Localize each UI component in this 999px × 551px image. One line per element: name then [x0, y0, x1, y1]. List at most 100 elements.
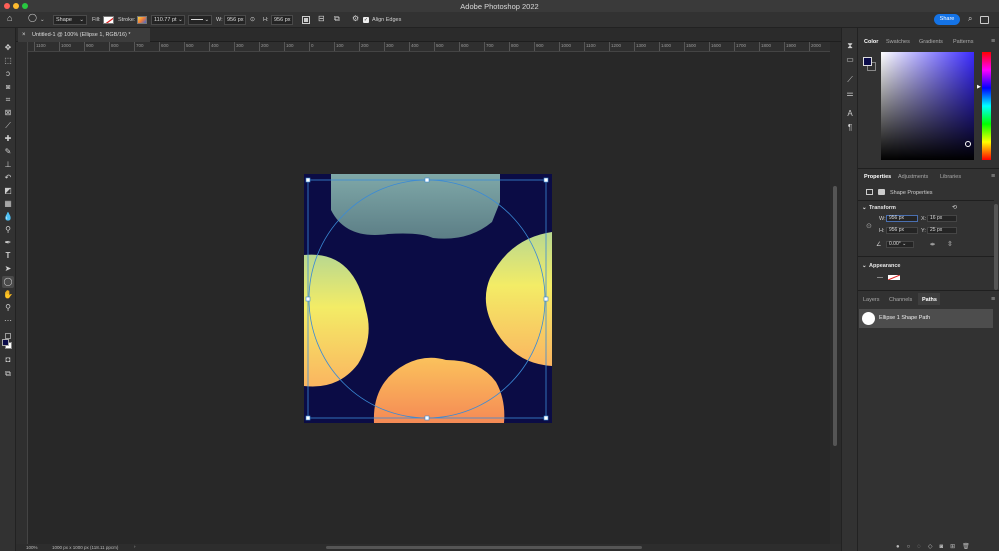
prop-angle-field[interactable]: 0.00° ⌄: [886, 241, 914, 248]
appearance-fill-swatch[interactable]: [888, 275, 900, 280]
tab-swatches[interactable]: Swatches: [886, 39, 910, 45]
hue-slider[interactable]: [982, 52, 991, 160]
prop-width-field[interactable]: 956 px: [886, 215, 918, 222]
tab-gradients[interactable]: Gradients: [919, 39, 943, 45]
canvas-area[interactable]: [28, 52, 830, 544]
prop-height-field[interactable]: 956 px: [886, 227, 918, 234]
transform-handle[interactable]: [543, 415, 549, 421]
tab-layers[interactable]: Layers: [863, 297, 880, 303]
path-operations-icon[interactable]: [302, 16, 310, 24]
move-tool-icon[interactable]: ✥: [2, 42, 14, 54]
marquee-tool-icon[interactable]: ⬚: [2, 55, 14, 67]
crop-tool-icon[interactable]: ⌗: [2, 94, 14, 106]
tab-adjustments[interactable]: Adjustments: [898, 174, 928, 180]
transform-handle[interactable]: [424, 415, 430, 421]
frame-tool-icon[interactable]: ⊠: [2, 107, 14, 119]
gradient-tool-icon[interactable]: ▦: [2, 198, 14, 210]
transform-handle[interactable]: [305, 415, 311, 421]
chevron-down-icon[interactable]: ⌄: [862, 263, 867, 269]
color-foreground-swatch[interactable]: [863, 57, 872, 66]
panel-menu-icon[interactable]: ≡: [991, 173, 995, 180]
quick-mask-icon[interactable]: ◘: [2, 354, 14, 366]
transform-handle[interactable]: [305, 177, 311, 183]
fill-mini-icon[interactable]: [877, 277, 883, 278]
transform-section-header[interactable]: Transform: [869, 205, 896, 211]
load-selection-icon[interactable]: ◌: [917, 544, 928, 550]
fill-swatch[interactable]: [103, 16, 114, 24]
path-arrangement-icon[interactable]: ⧉: [334, 14, 340, 24]
shape-mode-select[interactable]: Shape ⌄: [53, 15, 87, 25]
stroke-gradient-swatch[interactable]: [137, 16, 147, 24]
path-name[interactable]: Ellipse 1 Shape Path: [879, 315, 930, 321]
stroke-width-field[interactable]: 110.77 pt ⌄: [151, 15, 185, 25]
zoom-tool-icon[interactable]: ⚲: [2, 302, 14, 314]
flip-horizontal-icon[interactable]: ⇹: [930, 241, 935, 248]
paragraph-panel-icon[interactable]: ¶: [844, 122, 856, 134]
link-dimensions-icon[interactable]: ⊙: [866, 222, 872, 230]
add-mask-icon[interactable]: ◙: [939, 544, 950, 550]
more-tools-icon[interactable]: ⋯: [2, 315, 14, 327]
brush-settings-icon[interactable]: ⟋: [844, 74, 856, 86]
transform-handle[interactable]: [543, 177, 549, 183]
character-panel-icon[interactable]: A: [844, 108, 856, 120]
chevron-right-icon[interactable]: ›: [134, 544, 136, 549]
appearance-section-header[interactable]: Appearance: [869, 263, 901, 269]
clone-stamp-tool-icon[interactable]: ⊥: [2, 159, 14, 171]
pen-tool-icon[interactable]: ✒: [2, 237, 14, 249]
new-path-icon[interactable]: ⊞: [950, 544, 962, 550]
history-brush-tool-icon[interactable]: ↶: [2, 172, 14, 184]
eyedropper-tool-icon[interactable]: ⟋: [2, 120, 14, 132]
object-selection-tool-icon[interactable]: ⧆: [2, 81, 14, 93]
transform-handle[interactable]: [424, 177, 430, 183]
chevron-down-icon[interactable]: ⌄: [40, 15, 45, 25]
lasso-tool-icon[interactable]: ↄ: [2, 68, 14, 80]
transform-handle[interactable]: [305, 296, 311, 302]
close-tab-icon[interactable]: ×: [22, 28, 26, 42]
healing-brush-tool-icon[interactable]: ✚: [2, 133, 14, 145]
path-alignment-icon[interactable]: ⊟: [318, 14, 325, 24]
stroke-type-select[interactable]: ⌄: [188, 15, 212, 25]
zoom-level[interactable]: 100%: [26, 545, 38, 550]
eraser-tool-icon[interactable]: ◩: [2, 185, 14, 197]
vertical-scrollbar[interactable]: [830, 42, 841, 544]
tab-libraries[interactable]: Libraries: [940, 174, 961, 180]
fill-path-icon[interactable]: ●: [896, 544, 907, 550]
transform-handle[interactable]: [543, 296, 549, 302]
panel-menu-icon[interactable]: ≡: [991, 296, 995, 303]
brush-tool-icon[interactable]: ✎: [2, 146, 14, 158]
delete-path-icon[interactable]: 🗑: [962, 544, 977, 550]
ellipse-tool-preset-icon[interactable]: ◯: [28, 13, 37, 23]
adjustments-icon[interactable]: ⚌: [844, 88, 856, 100]
tab-properties[interactable]: Properties: [864, 174, 891, 180]
path-selection-tool-icon[interactable]: ➤: [2, 263, 14, 275]
screen-mode-icon[interactable]: ⧉: [2, 368, 14, 380]
horizontal-scroll-thumb[interactable]: [326, 546, 642, 549]
properties-scroll-thumb[interactable]: [994, 204, 998, 290]
make-work-path-icon[interactable]: ◇: [928, 544, 940, 550]
height-field[interactable]: 956 px: [271, 15, 293, 25]
comments-panel-icon[interactable]: ▭: [844, 54, 856, 66]
dodge-tool-icon[interactable]: ⚲: [2, 224, 14, 236]
horizontal-ruler[interactable]: 1100 1000 900 800 700 600 500 400 300 200 100 0 100 2…: [28, 42, 830, 52]
prop-y-field[interactable]: 25 px: [927, 227, 957, 234]
panel-menu-icon[interactable]: ≡: [991, 38, 995, 45]
prop-x-field[interactable]: 16 px: [927, 215, 957, 222]
hand-tool-icon[interactable]: ✋: [2, 289, 14, 301]
blur-tool-icon[interactable]: 💧: [2, 211, 14, 223]
color-picker-cursor[interactable]: [965, 141, 971, 147]
foreground-color-swatch[interactable]: [2, 339, 9, 346]
hue-slider-marker[interactable]: ▶: [977, 84, 981, 90]
tab-patterns[interactable]: Patterns: [953, 39, 973, 45]
document-tab[interactable]: × Untitled-1 @ 100% (Ellipse 1, RGB/16) …: [18, 28, 150, 42]
workspace-icon[interactable]: [980, 16, 989, 24]
tab-paths[interactable]: Paths: [922, 297, 937, 303]
vertical-scroll-thumb[interactable]: [833, 186, 837, 446]
chevron-down-icon[interactable]: ⌄: [862, 205, 867, 211]
link-icon[interactable]: ⊙: [250, 15, 255, 25]
tab-color[interactable]: Color: [864, 39, 878, 45]
ellipse-tool-icon[interactable]: ◯: [2, 276, 14, 288]
vertical-ruler[interactable]: [16, 42, 28, 544]
stroke-path-icon[interactable]: ○: [907, 544, 918, 550]
tab-channels[interactable]: Channels: [889, 297, 912, 303]
share-button[interactable]: Share: [934, 14, 960, 25]
